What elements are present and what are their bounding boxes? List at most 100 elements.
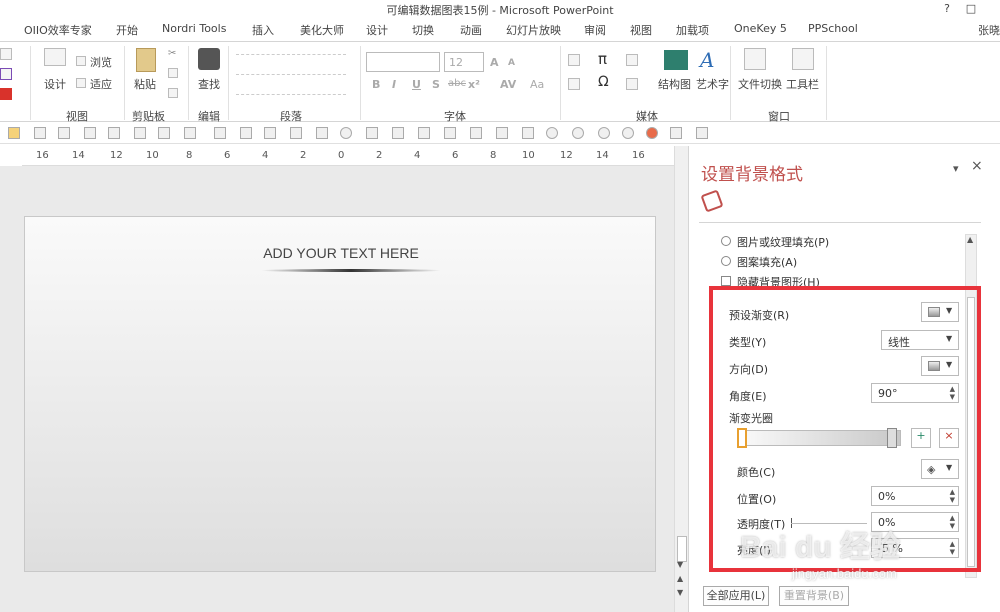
caption-icon[interactable]: [264, 127, 276, 139]
underline-button[interactable]: U: [412, 78, 421, 91]
structure-chart-button[interactable]: 结构图: [658, 76, 691, 92]
restore-button[interactable]: □: [960, 0, 982, 18]
paste-icon[interactable]: [136, 48, 156, 72]
change-case-button[interactable]: Aa: [530, 78, 544, 91]
combine-icon[interactable]: [572, 127, 584, 139]
save-file-icon[interactable]: [84, 127, 96, 139]
close-x-icon[interactable]: [0, 88, 12, 100]
fill-bucket-icon[interactable]: [700, 189, 724, 213]
align-bottom-icon[interactable]: [522, 127, 534, 139]
char-spacing-button[interactable]: AV: [500, 78, 516, 91]
pane-close-button[interactable]: ×: [971, 158, 983, 174]
tab-onekey[interactable]: OneKey 5: [734, 22, 787, 35]
link-icon[interactable]: [626, 78, 638, 90]
font-size-select[interactable]: 12: [444, 52, 484, 72]
align-top-icon[interactable]: [470, 127, 482, 139]
tab-addins[interactable]: 加载项: [676, 22, 709, 38]
toolbar-button[interactable]: 工具栏: [786, 76, 819, 92]
shadow-button[interactable]: S: [432, 78, 440, 91]
tab-oiio[interactable]: OIIO效率专家: [24, 22, 92, 38]
merge-icon[interactable]: [340, 127, 352, 139]
next-slide-icon[interactable]: ▼: [677, 588, 683, 597]
copy-icon[interactable]: [168, 68, 178, 78]
design-icon[interactable]: [44, 48, 66, 66]
scrollbar-thumb[interactable]: [677, 536, 687, 562]
settings-icon[interactable]: [696, 127, 708, 139]
pattern-fill-radio[interactable]: [721, 256, 731, 266]
picture-fill-label[interactable]: 图片或纹理填充(P): [737, 234, 829, 250]
image-icon[interactable]: [290, 127, 302, 139]
video-icon[interactable]: [568, 78, 580, 90]
align-right-icon[interactable]: [444, 127, 456, 139]
slide[interactable]: ADD YOUR TEXT HERE: [24, 216, 656, 572]
open-folder-icon[interactable]: [8, 127, 20, 139]
shapes-icon[interactable]: [158, 127, 170, 139]
tab-beautify[interactable]: 美化大师: [300, 22, 344, 38]
font-name-select[interactable]: [366, 52, 440, 72]
pattern-fill-label[interactable]: 图案填充(A): [737, 254, 797, 270]
file-switch-button[interactable]: 文件切换: [738, 76, 782, 92]
grow-font-button[interactable]: A: [490, 56, 499, 69]
user-name[interactable]: 张晓: [978, 22, 1000, 38]
printer-icon[interactable]: [0, 48, 12, 60]
pane-scroll-up-icon[interactable]: ▲: [967, 235, 973, 244]
align-center-icon[interactable]: [418, 127, 430, 139]
shape-icon[interactable]: [626, 54, 638, 66]
quote-icon[interactable]: [316, 127, 328, 139]
select-icon[interactable]: [184, 127, 196, 139]
save-as-icon[interactable]: [34, 127, 46, 139]
strikethrough-button[interactable]: abc: [448, 78, 466, 89]
tab-nordri[interactable]: Nordri Tools: [162, 22, 226, 35]
tab-view[interactable]: 视图: [630, 22, 652, 38]
find-icon[interactable]: [198, 48, 220, 70]
toolbar-icon[interactable]: [792, 48, 814, 70]
slide-scrollbar[interactable]: ▼ ▲ ▼: [674, 146, 688, 612]
preview-icon[interactable]: [58, 127, 70, 139]
tab-slideshow[interactable]: 幻灯片放映: [506, 22, 561, 38]
tab-ppschool[interactable]: PPSchool: [808, 22, 858, 35]
apply-all-button[interactable]: 全部应用(L): [703, 586, 769, 606]
align-middle-icon[interactable]: [496, 127, 508, 139]
browse-button[interactable]: 浏览: [90, 54, 112, 70]
superscript-button[interactable]: x²: [468, 78, 480, 91]
group-icon[interactable]: [108, 127, 120, 139]
slide-title-text[interactable]: ADD YOUR TEXT HERE: [25, 245, 657, 261]
shrink-font-button[interactable]: A: [508, 58, 515, 68]
align-icon[interactable]: [366, 127, 378, 139]
tab-transitions[interactable]: 切换: [412, 22, 434, 38]
tab-design[interactable]: 设计: [366, 22, 388, 38]
paste-button[interactable]: 粘贴: [134, 76, 156, 92]
fit-button[interactable]: 适应: [90, 76, 112, 92]
fragment-icon[interactable]: [598, 127, 610, 139]
bold-button[interactable]: B: [372, 78, 380, 91]
union-icon[interactable]: [546, 127, 558, 139]
reset-background-button[interactable]: 重置背景(B): [779, 586, 849, 606]
wordart-button[interactable]: 艺术字: [696, 76, 729, 92]
align-left-icon[interactable]: [392, 127, 404, 139]
structure-chart-icon[interactable]: [664, 50, 688, 70]
help-button[interactable]: ?: [936, 0, 958, 18]
cut-icon[interactable]: ✂: [168, 48, 178, 59]
pane-menu-button[interactable]: ▾: [953, 162, 959, 175]
picture-icon[interactable]: [214, 127, 226, 139]
italic-button[interactable]: I: [392, 78, 396, 91]
tab-insert[interactable]: 插入: [252, 22, 274, 38]
tab-review[interactable]: 审阅: [584, 22, 606, 38]
tab-home[interactable]: 开始: [116, 22, 138, 38]
hide-bg-checkbox[interactable]: [721, 276, 731, 286]
file-switch-icon[interactable]: [744, 48, 766, 70]
brush-icon[interactable]: [670, 127, 682, 139]
textbox-icon[interactable]: [240, 127, 252, 139]
tab-animations[interactable]: 动画: [460, 22, 482, 38]
ungroup-icon[interactable]: [134, 127, 146, 139]
symbol-button[interactable]: Ω: [598, 74, 609, 90]
paragraph-controls[interactable]: [236, 50, 354, 100]
scroll-down-icon[interactable]: ▼: [677, 560, 683, 569]
prev-slide-icon[interactable]: ▲: [677, 574, 683, 583]
format-painter-icon[interactable]: [168, 88, 178, 98]
audio-icon[interactable]: [568, 54, 580, 66]
find-button[interactable]: 查找: [198, 76, 220, 92]
color-icon[interactable]: [646, 127, 658, 139]
design-button[interactable]: 设计: [44, 76, 66, 92]
save-icon[interactable]: [0, 68, 12, 80]
